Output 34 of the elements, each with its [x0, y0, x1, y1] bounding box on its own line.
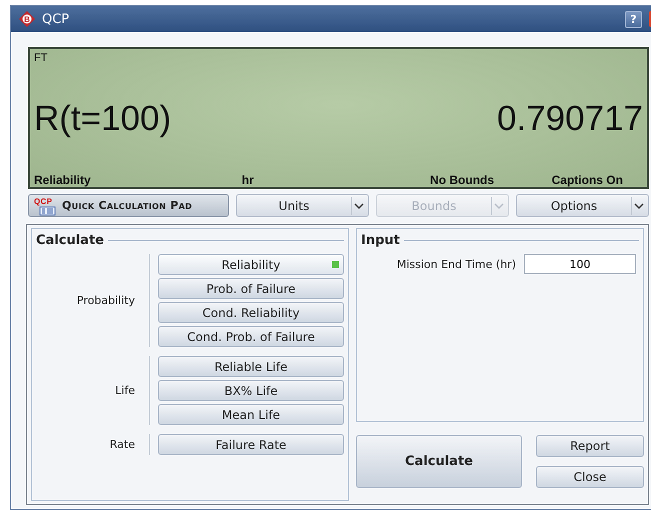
category-label: Rate [36, 434, 150, 455]
category-label: Probability [36, 254, 150, 347]
logo-icon: B [19, 11, 35, 27]
report-button[interactable]: Report [536, 435, 644, 457]
quick-calculation-pad-button[interactable]: QCP Quick Calculation Pad [28, 194, 229, 217]
group-title: Calculate [36, 233, 104, 248]
window-title: QCP [42, 12, 70, 26]
calculation-option-button[interactable]: BX% Life [158, 380, 344, 401]
dropdown[interactable]: Units [236, 194, 369, 217]
field-label: Mission End Time (hr) [396, 258, 516, 270]
calculation-option-button[interactable]: Cond. Reliability [158, 302, 344, 323]
close-button[interactable]: Close [536, 466, 644, 488]
display-label: FT [34, 52, 48, 64]
display-caption: Reliability [34, 173, 92, 187]
group-title: Input [361, 233, 400, 248]
display-caption: No Bounds [429, 173, 496, 187]
category-label: Life [36, 356, 150, 425]
calculation-option-button[interactable]: Failure Rate [158, 434, 344, 455]
display-caption: Captions On [550, 173, 624, 187]
result-expression: R(t=100) [34, 101, 172, 136]
result-value: 0.790717 [497, 101, 643, 136]
caret-icon [631, 196, 646, 214]
calculation-option-button[interactable]: Reliability [158, 254, 344, 275]
dropdown[interactable]: Options [516, 194, 649, 217]
calculation-option-button[interactable]: Prob. of Failure [158, 278, 344, 299]
input-field[interactable]: 100 [524, 254, 636, 274]
help-button[interactable]: ? [625, 10, 642, 28]
caret-icon [351, 196, 366, 214]
calculation-option-button[interactable]: Mean Life [158, 404, 344, 425]
display-caption: hr [242, 173, 255, 187]
calculate-button[interactable]: Calculate [356, 435, 522, 488]
caret-icon [491, 196, 506, 214]
calculation-option-button[interactable]: Reliable Life [158, 356, 344, 377]
calculation-option-button[interactable]: Cond. Prob. of Failure [158, 326, 344, 347]
